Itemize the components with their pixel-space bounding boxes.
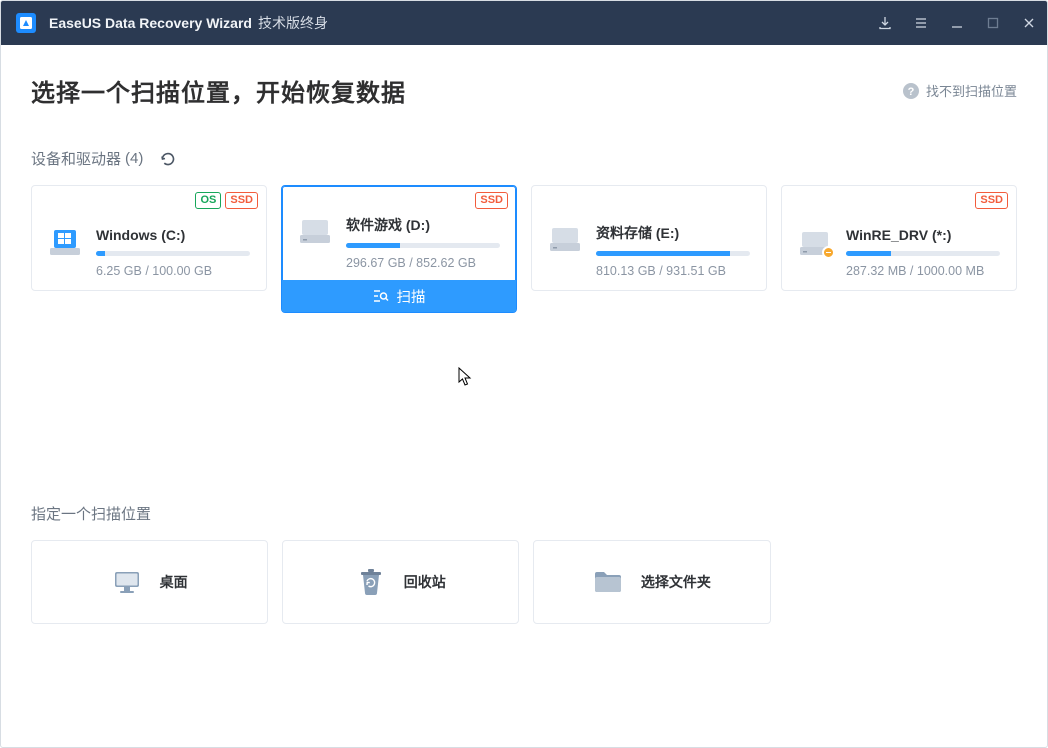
help-text: 找不到扫描位置	[926, 81, 1017, 100]
close-button[interactable]	[1011, 1, 1047, 45]
scan-icon	[373, 288, 389, 304]
drive-tags: SSD	[475, 192, 508, 209]
header-row: 选择一个扫描位置，开始恢复数据 ? 找不到扫描位置	[31, 73, 1017, 108]
drive-usage-bar	[346, 243, 500, 248]
drives-grid: OSSSDWindows (C:)6.25 GB / 100.00 GBSSD软…	[31, 185, 1017, 313]
drive-card[interactable]: OSSSD Windows (C:) 6.25 GB / 100.00 GB	[31, 185, 267, 291]
drive-size: 6.25 GB / 100.00 GB	[96, 264, 250, 278]
drive-size: 296.67 GB / 852.62 GB	[346, 256, 500, 270]
location-label: 选择文件夹	[641, 572, 711, 592]
drive-name: WinRE_DRV (*:)	[846, 227, 1000, 243]
drive-icon	[798, 227, 832, 257]
page-title: 选择一个扫描位置，开始恢复数据	[31, 73, 406, 108]
drive-tag: SSD	[975, 192, 1008, 209]
drive-usage-bar	[96, 251, 250, 256]
location-recycle-bin[interactable]: 回收站	[282, 540, 519, 624]
svg-text:?: ?	[908, 86, 915, 98]
app-title: EaseUS Data Recovery Wizard	[49, 15, 252, 31]
app-logo-icon	[15, 12, 37, 34]
minimize-button[interactable]	[939, 1, 975, 45]
menu-icon[interactable]	[903, 1, 939, 45]
drive-icon	[298, 215, 332, 245]
drive-usage-bar	[846, 251, 1000, 256]
drive-icon	[548, 223, 582, 253]
drive-card[interactable]: SSD WinRE_DRV (*:) 287.32 MB / 1000.00 MB	[781, 185, 1017, 291]
maximize-button[interactable]	[975, 1, 1011, 45]
app-edition: 技术版终身	[258, 13, 328, 33]
drive-usage-bar	[596, 251, 750, 256]
choose-folder-icon	[593, 568, 623, 596]
desktop-icon	[112, 568, 142, 596]
refresh-button[interactable]	[159, 150, 177, 168]
drive-size: 810.13 GB / 931.51 GB	[596, 264, 750, 278]
drive-name: 资料存储 (E:)	[596, 223, 750, 243]
drive-size: 287.32 MB / 1000.00 MB	[846, 264, 1000, 278]
drive-icon	[48, 227, 82, 257]
download-icon[interactable]	[867, 1, 903, 45]
content-area: 选择一个扫描位置，开始恢复数据 ? 找不到扫描位置 设备和驱动器 (4) OSS…	[1, 45, 1047, 747]
drive-card[interactable]: SSD 软件游戏 (D:) 296.67 GB / 852.62 GB 扫描	[281, 185, 517, 313]
recycle-bin-icon	[356, 568, 386, 596]
devices-label: 设备和驱动器	[31, 148, 121, 169]
drive-name: Windows (C:)	[96, 227, 250, 243]
drive-tags: SSD	[975, 192, 1008, 209]
location-label: 回收站	[404, 572, 446, 592]
scan-button[interactable]: 扫描	[282, 280, 516, 312]
devices-section-head: 设备和驱动器 (4)	[31, 148, 1017, 169]
drive-tag: SSD	[475, 192, 508, 209]
drive-tag: OS	[195, 192, 221, 209]
location-desktop[interactable]: 桌面	[31, 540, 268, 624]
app-window: EaseUS Data Recovery Wizard 技术版终身 选择一个扫描…	[0, 0, 1048, 748]
help-icon: ?	[902, 82, 920, 100]
titlebar: EaseUS Data Recovery Wizard 技术版终身	[1, 1, 1047, 45]
locations-section-head: 指定一个扫描位置	[31, 503, 1017, 524]
drive-card[interactable]: 资料存储 (E:) 810.13 GB / 931.51 GB	[531, 185, 767, 291]
help-link[interactable]: ? 找不到扫描位置	[902, 81, 1017, 100]
devices-count: (4)	[125, 150, 143, 167]
cursor-icon	[458, 367, 474, 392]
location-choose-folder[interactable]: 选择文件夹	[533, 540, 770, 624]
locations-grid: 桌面 回收站 选择文件夹	[31, 540, 771, 624]
scan-label: 扫描	[397, 286, 426, 307]
drive-tag: SSD	[225, 192, 258, 209]
drive-tags: OSSSD	[195, 192, 258, 209]
drive-name: 软件游戏 (D:)	[346, 215, 500, 235]
location-label: 桌面	[160, 572, 188, 592]
